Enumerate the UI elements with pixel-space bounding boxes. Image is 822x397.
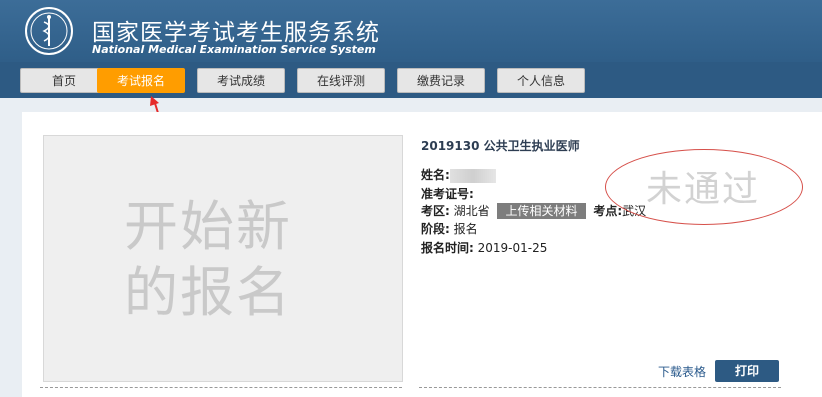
name-row: 姓名: xyxy=(421,166,496,183)
nav-exam-registration[interactable]: 考试报名 xyxy=(97,68,185,93)
divider-right xyxy=(419,387,781,388)
print-button[interactable]: 打印 xyxy=(715,360,779,382)
nav-exam-scores[interactable]: 考试成绩 xyxy=(197,68,285,93)
nav-home[interactable]: 首页 xyxy=(20,68,108,93)
admission-row: 准考证号: xyxy=(421,185,474,202)
header-bar: 国家医学考试考生服务系统 National Medical Examinatio… xyxy=(0,0,822,62)
upload-materials-button[interactable]: 上传相关材料 xyxy=(497,203,586,219)
time-row: 报名时间: 2019-01-25 xyxy=(421,239,547,256)
new-registration-placeholder[interactable]: 开始新的报名 xyxy=(43,135,403,382)
not-passed-stamp: 未通过 xyxy=(605,149,803,225)
region-value: 湖北省 xyxy=(453,204,490,218)
site-title: 国家医学考试考生服务系统 xyxy=(92,20,380,46)
nav-online-assessment[interactable]: 在线评测 xyxy=(297,68,385,93)
registration-time-label: 报名时间: xyxy=(421,241,474,255)
registration-time-value: 2019-01-25 xyxy=(477,241,548,255)
stage-label: 阶段: xyxy=(421,222,450,236)
site-subtitle: National Medical Examination Service Sys… xyxy=(92,43,376,56)
main-nav: 首页 考试报名 考试成绩 在线评测 缴费记录 个人信息 xyxy=(0,62,822,98)
name-redacted xyxy=(449,168,496,183)
new-registration-text: 开始新的报名 xyxy=(124,195,292,324)
stage-row: 阶段: 报名 xyxy=(421,220,478,237)
region-label: 考区: xyxy=(421,204,450,218)
admission-number-label: 准考证号: xyxy=(421,187,474,201)
nav-personal-info[interactable]: 个人信息 xyxy=(497,68,585,93)
exam-title: 2019130 公共卫生执业医师 xyxy=(421,139,580,153)
stage-value: 报名 xyxy=(453,222,478,236)
medical-caduceus-logo-icon xyxy=(25,7,73,55)
download-form-link[interactable]: 下载表格 xyxy=(658,363,706,380)
region-row: 考区: 湖北省 上传相关材料 考点:武汉 xyxy=(421,202,646,219)
name-label: 姓名: xyxy=(421,168,450,182)
nav-payment-records[interactable]: 缴费记录 xyxy=(397,68,485,93)
divider-left xyxy=(40,387,402,388)
stamp-text: 未通过 xyxy=(646,169,761,210)
